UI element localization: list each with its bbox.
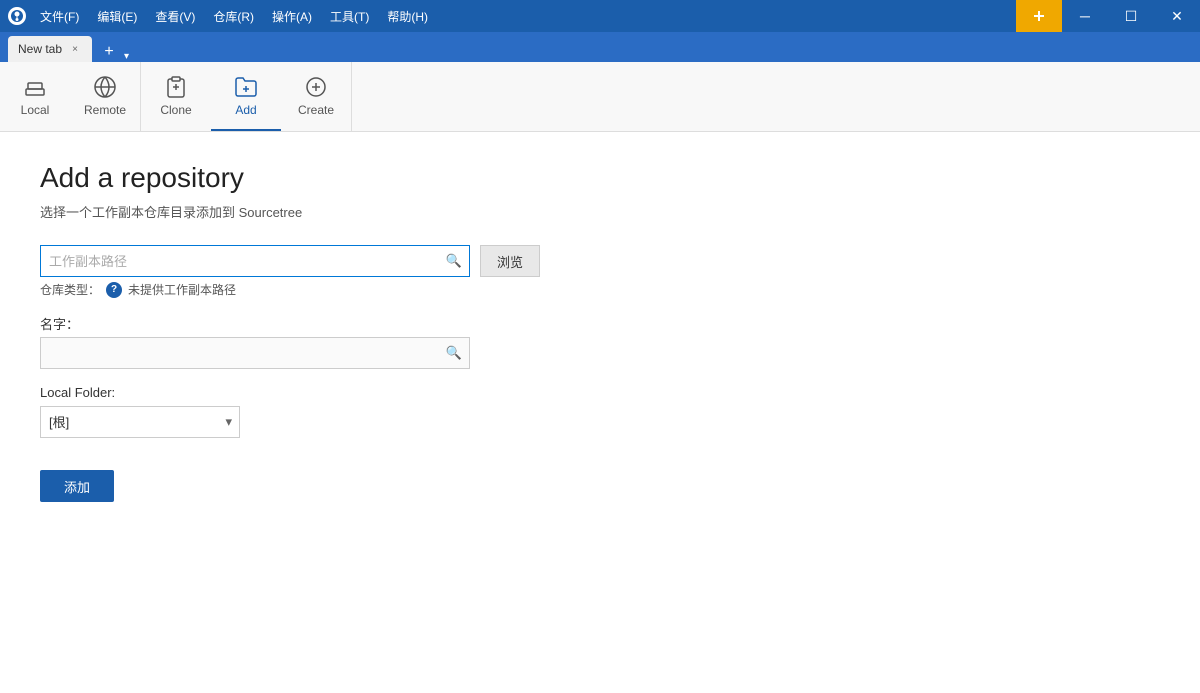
menu-view[interactable]: 查看(V) — [147, 4, 203, 29]
help-icon[interactable]: ? — [106, 282, 122, 298]
toolbar-clone-button[interactable]: Clone — [141, 62, 211, 131]
tab-bar: New tab × + ▾ — [0, 32, 1200, 62]
new-tab[interactable]: New tab × — [8, 36, 92, 62]
local-folder-select[interactable]: [根] — [40, 406, 240, 438]
toolbar-local-button[interactable]: Local — [0, 62, 70, 131]
main-content: Add a repository 选择一个工作副本仓库目录添加到 Sourcet… — [0, 132, 1200, 532]
menu-repo[interactable]: 仓库(R) — [205, 4, 262, 29]
tab-dropdown-button[interactable]: ▾ — [124, 51, 129, 62]
toolbar-add-label: Add — [235, 103, 256, 117]
toolbar-remote-button[interactable]: Remote — [70, 62, 140, 131]
repo-type-status: 未提供工作副本路径 — [128, 281, 236, 298]
add-button[interactable]: 添加 — [40, 470, 114, 502]
name-input[interactable] — [40, 337, 470, 369]
toolbar: Local Remote Clone Add — [0, 62, 1200, 132]
name-input-wrapper: 🔍 — [40, 337, 470, 369]
name-label: 名字： — [40, 314, 1160, 333]
close-button[interactable]: ✕ — [1154, 0, 1200, 32]
browse-button[interactable]: 浏览 — [480, 245, 540, 277]
toolbar-remote-label: Remote — [84, 103, 126, 117]
add-tab-button[interactable]: + — [96, 42, 122, 62]
name-form-group: 名字： 🔍 — [40, 314, 1160, 369]
name-search-icon: 🔍 — [446, 345, 462, 361]
toolbar-add-button[interactable]: Add — [211, 62, 281, 131]
path-input[interactable] — [40, 245, 470, 277]
path-input-wrapper: 🔍 — [40, 245, 470, 277]
minimize-button[interactable]: ─ — [1062, 0, 1108, 32]
repo-type-row: 仓库类型： ? 未提供工作副本路径 — [40, 281, 1160, 298]
local-folder-form-group: Local Folder: [根] — [40, 385, 1160, 438]
maximize-button[interactable]: ☐ — [1108, 0, 1154, 32]
menu-actions[interactable]: 操作(A) — [264, 4, 320, 29]
path-search-icon: 🔍 — [446, 253, 462, 269]
window-controls: ─ ☐ ✕ — [1016, 0, 1200, 32]
toolbar-local-remote-section: Local Remote — [0, 62, 141, 131]
path-input-row: 🔍 浏览 — [40, 245, 1160, 277]
menu-file[interactable]: 文件(F) — [32, 4, 87, 29]
menu-bar: 文件(F) 编辑(E) 查看(V) 仓库(R) 操作(A) 工具(T) 帮助(H… — [32, 4, 1016, 29]
title-bar: 文件(F) 编辑(E) 查看(V) 仓库(R) 操作(A) 工具(T) 帮助(H… — [0, 0, 1200, 32]
repo-type-label: 仓库类型： — [40, 281, 100, 298]
toolbar-clone-label: Clone — [160, 103, 191, 117]
app-logo — [8, 7, 26, 25]
local-folder-label: Local Folder: — [40, 385, 1160, 400]
toolbar-create-button[interactable]: Create — [281, 62, 351, 131]
tab-label: New tab — [18, 42, 62, 56]
pin-button[interactable] — [1016, 0, 1062, 32]
menu-help[interactable]: 帮助(H) — [379, 4, 436, 29]
local-folder-select-wrapper: [根] — [40, 406, 240, 438]
menu-tools[interactable]: 工具(T) — [322, 4, 377, 29]
toolbar-create-label: Create — [298, 103, 334, 117]
page-subtitle: 选择一个工作副本仓库目录添加到 Sourcetree — [40, 202, 1160, 221]
menu-edit[interactable]: 编辑(E) — [89, 4, 145, 29]
page-title: Add a repository — [40, 162, 1160, 194]
toolbar-local-label: Local — [21, 103, 50, 117]
tab-close-button[interactable]: × — [68, 42, 82, 56]
toolbar-actions-section: Clone Add Create — [141, 62, 352, 131]
path-form-group: 🔍 浏览 仓库类型： ? 未提供工作副本路径 — [40, 245, 1160, 298]
